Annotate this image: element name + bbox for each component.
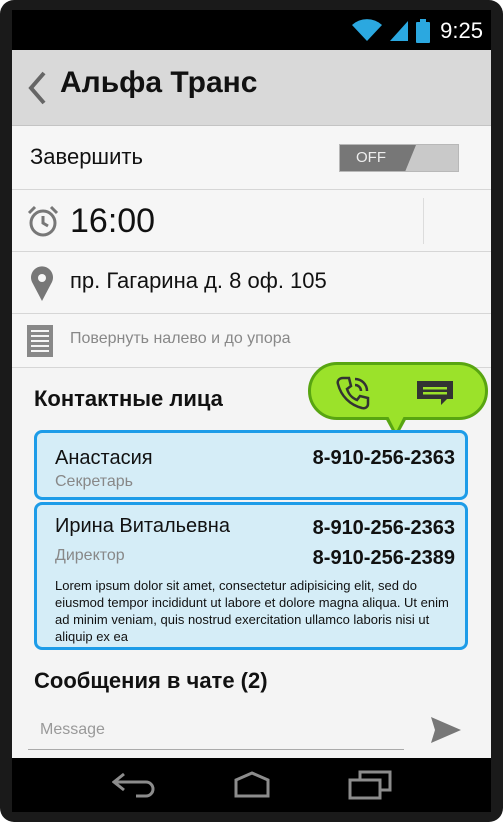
phone-frame: 9:25 Альфа Транс Завершить OFF 16:00 пр.… — [0, 0, 503, 822]
contact-phone[interactable]: 8-910-256-2363 — [313, 517, 455, 540]
contact-description: Lorem ipsum dolor sit amet, consectetur … — [55, 578, 449, 644]
message-icon[interactable] — [415, 379, 455, 407]
address-row[interactable]: пр. Гагарина д. 8 оф. 105 — [12, 252, 491, 314]
contact-actions-bubble — [308, 362, 488, 420]
status-bar: 9:25 — [12, 10, 491, 50]
clock-icon — [27, 205, 59, 237]
contacts-title: Контактные лица — [34, 386, 223, 411]
contact-card[interactable]: Ирина Витальевна Директор 8-910-256-2363… — [34, 502, 468, 650]
chevron-left-icon[interactable] — [26, 70, 48, 106]
note-row: Повернуть налево и до упора — [12, 314, 491, 368]
toggle-state-label: OFF — [356, 149, 386, 166]
finish-row: Завершить OFF — [12, 126, 491, 190]
contact-phone[interactable]: 8-910-256-2363 — [313, 447, 455, 470]
navigation-bar — [12, 758, 491, 812]
status-icons: 9:25 — [352, 18, 483, 44]
wifi-icon — [352, 19, 383, 41]
finish-toggle[interactable]: OFF — [339, 144, 459, 172]
action-bar: Альфа Транс — [12, 50, 491, 126]
contact-card[interactable]: Анастасия Секретарь 8-910-256-2363 — [34, 430, 468, 500]
screen: 9:25 Альфа Транс Завершить OFF 16:00 пр.… — [12, 10, 491, 812]
battery-icon — [416, 19, 431, 43]
time-row[interactable]: 16:00 — [12, 190, 491, 252]
contact-role: Директор — [55, 547, 125, 564]
status-time: 9:25 — [440, 18, 483, 43]
contact-phone[interactable]: 8-910-256-2389 — [313, 547, 455, 570]
message-input[interactable] — [28, 710, 404, 750]
chat-title: Сообщения в чате (2) — [34, 668, 268, 693]
contact-role: Секретарь — [55, 473, 133, 490]
document-icon — [27, 325, 53, 357]
back-icon[interactable] — [112, 770, 156, 800]
finish-label: Завершить — [30, 144, 143, 169]
divider — [423, 198, 424, 244]
note-text: Повернуть налево и до упора — [70, 330, 291, 347]
phone-icon[interactable] — [335, 375, 371, 411]
map-pin-icon — [31, 266, 53, 301]
contact-name: Анастасия — [55, 447, 153, 469]
recent-apps-icon[interactable] — [348, 770, 392, 800]
page-title: Альфа Транс — [60, 66, 258, 99]
contact-name: Ирина Витальевна — [55, 515, 230, 537]
home-icon[interactable] — [228, 770, 276, 800]
address-text: пр. Гагарина д. 8 оф. 105 — [70, 268, 327, 293]
signal-icon — [390, 21, 409, 41]
main-content: Завершить OFF 16:00 пр. Гагарина д. 8 оф… — [12, 126, 491, 758]
send-icon[interactable] — [430, 716, 462, 744]
schedule-time: 16:00 — [70, 202, 156, 240]
